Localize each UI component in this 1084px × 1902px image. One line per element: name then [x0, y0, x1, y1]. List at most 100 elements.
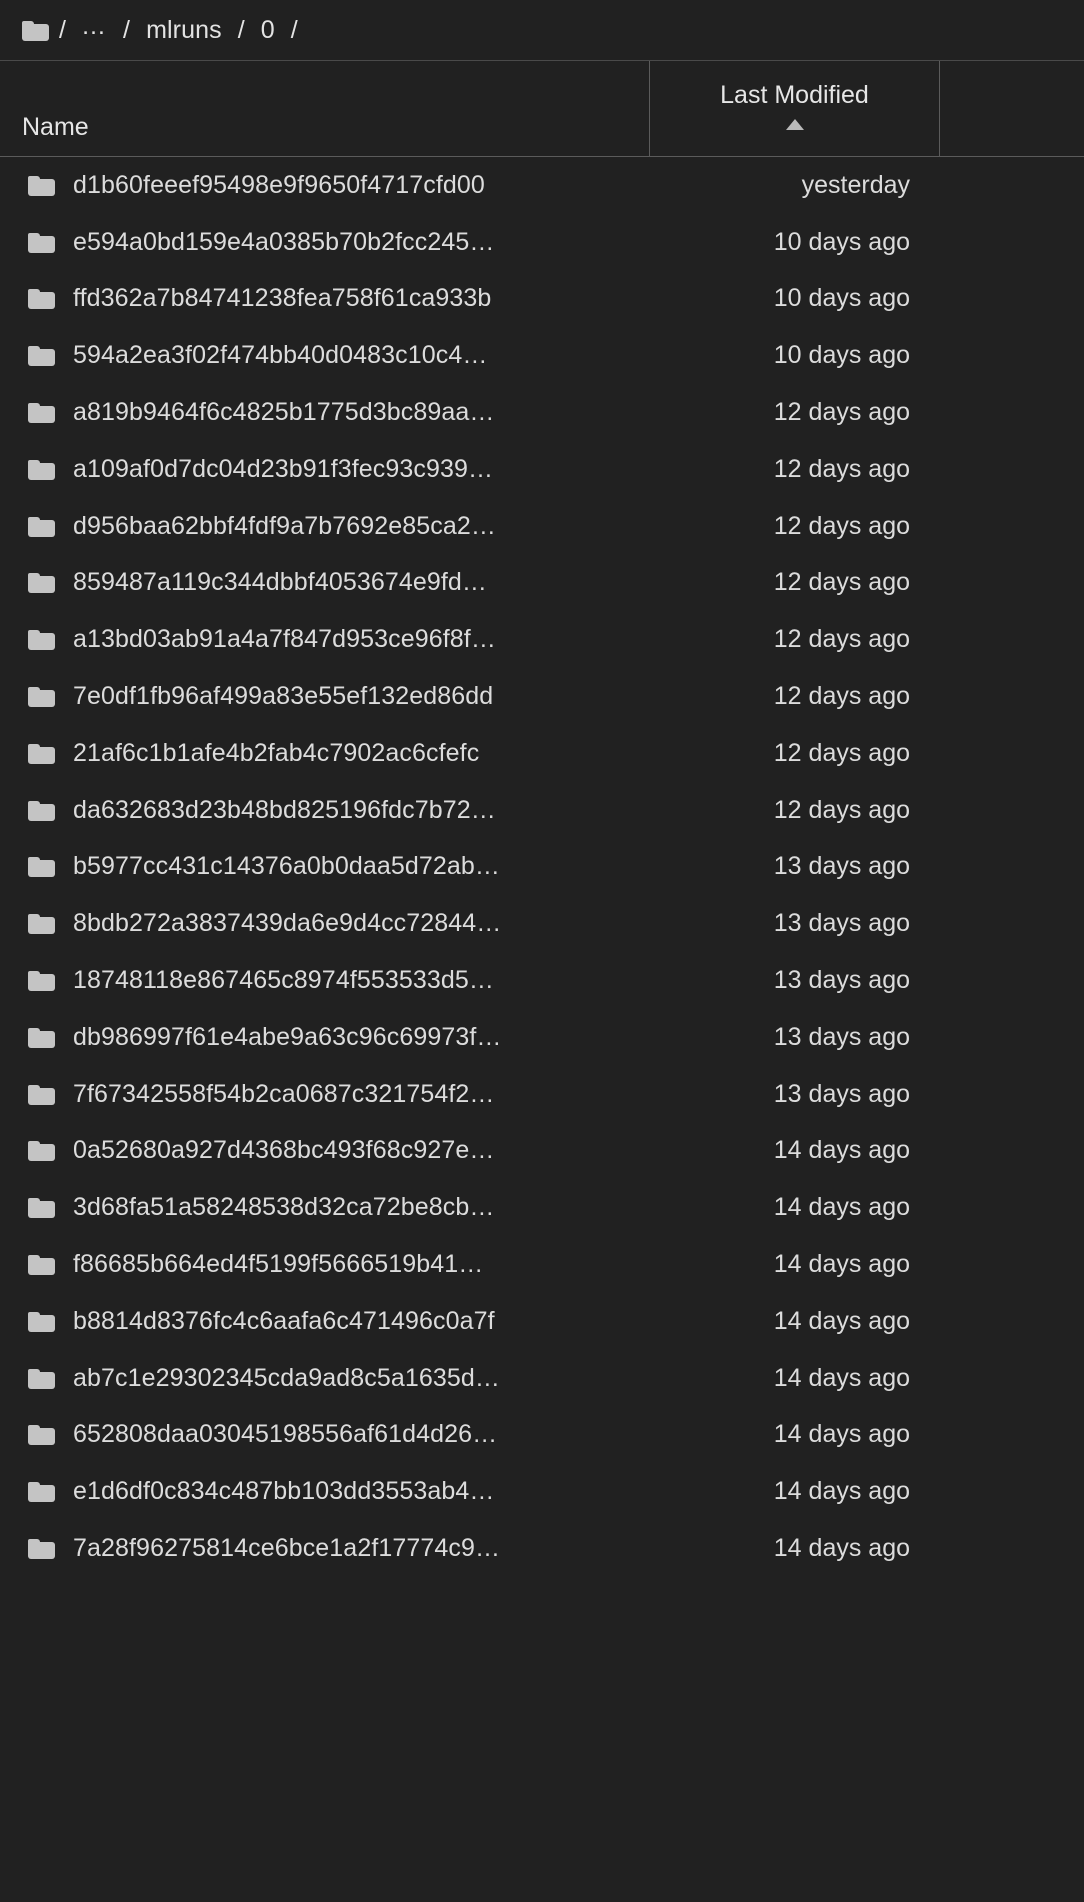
- last-modified-cell: 12 days ago: [773, 795, 910, 824]
- table-row[interactable]: a13bd03ab91a4a7f847d953ce96f8f… 12 days a…: [0, 611, 1084, 668]
- folder-icon: [28, 629, 55, 651]
- file-name-label: d956baa62bbf4fdf9a7b7692e85ca2…: [73, 511, 496, 540]
- table-row[interactable]: b5977cc431c14376a0b0daa5d72ab… 13 days ag…: [0, 839, 1084, 896]
- file-name-cell[interactable]: d956baa62bbf4fdf9a7b7692e85ca2…: [0, 512, 650, 541]
- folder-icon: [28, 1254, 55, 1276]
- file-name-cell[interactable]: da632683d23b48bd825196fdc7b72…: [0, 796, 650, 825]
- last-modified-cell: 13 days ago: [773, 966, 910, 995]
- last-modified-cell: 12 days ago: [773, 682, 910, 711]
- table-row[interactable]: ffd362a7b84741238fea758f61ca933b 10 days …: [0, 271, 1084, 328]
- last-modified-cell: 12 days ago: [773, 738, 910, 767]
- file-name-label: ab7c1e29302345cda9ad8c5a1635d…: [73, 1363, 500, 1392]
- file-name-cell[interactable]: 8bdb272a3837439da6e9d4cc72844…: [0, 909, 650, 938]
- file-name-label: 7e0df1fb96af499a83e55ef132ed86dd: [73, 682, 494, 711]
- file-name-cell[interactable]: 18748118e867465c8974f553533d5…: [0, 966, 650, 995]
- file-name-cell[interactable]: f86685b664ed4f5199f5666519b41…: [0, 1250, 650, 1279]
- table-row[interactable]: e1d6df0c834c487bb103dd3553ab4… 14 days ag…: [0, 1463, 1084, 1520]
- table-row[interactable]: b8814d8376fc4c6aafa6c471496c0a7f 14 days …: [0, 1293, 1084, 1350]
- file-name-cell[interactable]: a109af0d7dc04d23b91f3fec93c939…: [0, 455, 650, 484]
- file-name-label: 859487a119c344dbbf4053674e9fd…: [73, 568, 488, 597]
- folder-icon: [28, 1311, 55, 1332]
- table-row[interactable]: d956baa62bbf4fdf9a7b7692e85ca2… 12 days a…: [0, 498, 1084, 555]
- last-modified-cell: 12 days ago: [773, 625, 910, 654]
- column-header-last-modified[interactable]: Last Modified: [650, 61, 940, 156]
- breadcrumb-separator-1: /: [123, 15, 131, 44]
- last-modified-cell: 14 days ago: [773, 1193, 910, 1222]
- file-name-cell[interactable]: 3d68fa51a58248538d32ca72be8cb…: [0, 1193, 650, 1222]
- file-name-cell[interactable]: 652808daa03045198556af61d4d26…: [0, 1420, 650, 1449]
- last-modified-cell: 13 days ago: [773, 909, 910, 938]
- last-modified-cell: 12 days ago: [773, 398, 910, 427]
- table-row[interactable]: 652808daa03045198556af61d4d26… 14 days ag…: [0, 1407, 1084, 1464]
- file-name-cell[interactable]: e594a0bd159e4a0385b70b2fcc245…: [0, 228, 650, 257]
- folder-icon: [28, 1368, 55, 1389]
- table-row[interactable]: 18748118e867465c8974f553533d5… 13 days ag…: [0, 952, 1084, 1009]
- file-name-label: a819b9464f6c4825b1775d3bc89aa…: [73, 398, 495, 427]
- file-name-label: 21af6c1b1afe4b2fab4c7902ac6cfefc: [73, 738, 480, 767]
- folder-icon: [28, 1424, 55, 1446]
- folder-icon: [28, 1481, 55, 1503]
- file-name-label: 18748118e867465c8974f553533d5…: [73, 966, 494, 995]
- file-name-cell[interactable]: db986997f61e4abe9a63c96c69973f…: [0, 1023, 650, 1052]
- table-row[interactable]: 594a2ea3f02f474bb40d0483c10c4… 10 days ag…: [0, 327, 1084, 384]
- last-modified-cell: 14 days ago: [773, 1477, 910, 1506]
- file-name-cell[interactable]: a13bd03ab91a4a7f847d953ce96f8f…: [0, 625, 650, 654]
- folder-icon: [28, 345, 55, 367]
- file-name-cell[interactable]: b5977cc431c14376a0b0daa5d72ab…: [0, 852, 650, 881]
- file-name-cell[interactable]: ffd362a7b84741238fea758f61ca933b: [0, 284, 650, 313]
- file-name-cell[interactable]: 594a2ea3f02f474bb40d0483c10c4…: [0, 341, 650, 370]
- folder-icon: [28, 572, 55, 594]
- table-row[interactable]: d1b60feeef95498e9f9650f4717cfd00 yesterda…: [0, 157, 1084, 214]
- breadcrumb-separator-root: /: [59, 15, 67, 44]
- column-header-name[interactable]: Name: [0, 61, 650, 156]
- file-name-label: 3d68fa51a58248538d32ca72be8cb…: [73, 1193, 495, 1222]
- file-name-cell[interactable]: 7e0df1fb96af499a83e55ef132ed86dd: [0, 682, 650, 711]
- table-row[interactable]: ab7c1e29302345cda9ad8c5a1635d… 14 days ag…: [0, 1350, 1084, 1407]
- table-row[interactable]: 0a52680a927d4368bc493f68c927e… 14 days ag…: [0, 1123, 1084, 1180]
- table-row[interactable]: db986997f61e4abe9a63c96c69973f… 13 days a…: [0, 1009, 1084, 1066]
- file-name-label: da632683d23b48bd825196fdc7b72…: [73, 795, 496, 824]
- file-name-cell[interactable]: 0a52680a927d4368bc493f68c927e…: [0, 1136, 650, 1165]
- table-row[interactable]: da632683d23b48bd825196fdc7b72… 12 days ag…: [0, 782, 1084, 839]
- breadcrumb-separator-2: /: [237, 15, 245, 44]
- file-name-cell[interactable]: 859487a119c344dbbf4053674e9fd…: [0, 568, 650, 597]
- file-name-cell[interactable]: d1b60feeef95498e9f9650f4717cfd00: [0, 171, 650, 200]
- file-name-cell[interactable]: 7a28f96275814ce6bce1a2f17774c9…: [0, 1534, 650, 1563]
- table-row[interactable]: e594a0bd159e4a0385b70b2fcc245… 10 days ag…: [0, 214, 1084, 271]
- table-row[interactable]: f86685b664ed4f5199f5666519b41… 14 days ag…: [0, 1236, 1084, 1293]
- file-name-cell[interactable]: 7f67342558f54b2ca0687c321754f2…: [0, 1080, 650, 1109]
- file-name-cell[interactable]: a819b9464f6c4825b1775d3bc89aa…: [0, 398, 650, 427]
- column-header-name-label: Name: [22, 113, 89, 141]
- table-row[interactable]: a819b9464f6c4825b1775d3bc89aa… 12 days ag…: [0, 384, 1084, 441]
- file-name-label: a13bd03ab91a4a7f847d953ce96f8f…: [73, 625, 496, 654]
- file-name-label: 8bdb272a3837439da6e9d4cc72844…: [73, 909, 502, 938]
- table-row[interactable]: 8bdb272a3837439da6e9d4cc72844… 13 days ag…: [0, 895, 1084, 952]
- file-name-label: 7a28f96275814ce6bce1a2f17774c9…: [73, 1534, 501, 1563]
- file-name-cell[interactable]: 21af6c1b1afe4b2fab4c7902ac6cfefc: [0, 739, 650, 768]
- folder-icon[interactable]: [22, 20, 49, 41]
- table-row[interactable]: 3d68fa51a58248538d32ca72be8cb… 14 days ag…: [0, 1179, 1084, 1236]
- file-name-label: 7f67342558f54b2ca0687c321754f2…: [73, 1079, 495, 1108]
- file-name-cell[interactable]: ab7c1e29302345cda9ad8c5a1635d…: [0, 1364, 650, 1393]
- table-row[interactable]: a109af0d7dc04d23b91f3fec93c939… 12 days a…: [0, 441, 1084, 498]
- file-name-cell[interactable]: e1d6df0c834c487bb103dd3553ab4…: [0, 1477, 650, 1506]
- folder-icon: [28, 175, 55, 196]
- table-row[interactable]: 21af6c1b1afe4b2fab4c7902ac6cfefc 12 days …: [0, 725, 1084, 782]
- file-name-label: 0a52680a927d4368bc493f68c927e…: [73, 1136, 495, 1165]
- breadcrumb-segment-mlruns[interactable]: mlruns: [138, 16, 230, 45]
- folder-icon: [28, 743, 55, 764]
- file-list[interactable]: d1b60feeef95498e9f9650f4717cfd00 yesterda…: [0, 157, 1084, 1577]
- breadcrumb[interactable]: / … / mlruns / 0 /: [0, 0, 1084, 61]
- file-name-cell[interactable]: b8814d8376fc4c6aafa6c471496c0a7f: [0, 1307, 650, 1336]
- table-row[interactable]: 859487a119c344dbbf4053674e9fd… 12 days ag…: [0, 555, 1084, 612]
- breadcrumb-ellipsis[interactable]: …: [74, 12, 115, 41]
- table-row[interactable]: 7e0df1fb96af499a83e55ef132ed86dd 12 days …: [0, 668, 1084, 725]
- last-modified-cell: 14 days ago: [773, 1363, 910, 1392]
- folder-icon: [28, 913, 55, 935]
- last-modified-cell: yesterday: [801, 170, 910, 199]
- table-row[interactable]: 7a28f96275814ce6bce1a2f17774c9… 14 days a…: [0, 1520, 1084, 1577]
- folder-icon: [28, 686, 55, 708]
- table-row[interactable]: 7f67342558f54b2ca0687c321754f2… 13 days a…: [0, 1066, 1084, 1123]
- file-name-label: e594a0bd159e4a0385b70b2fcc245…: [73, 227, 495, 256]
- breadcrumb-segment-0[interactable]: 0: [253, 16, 283, 45]
